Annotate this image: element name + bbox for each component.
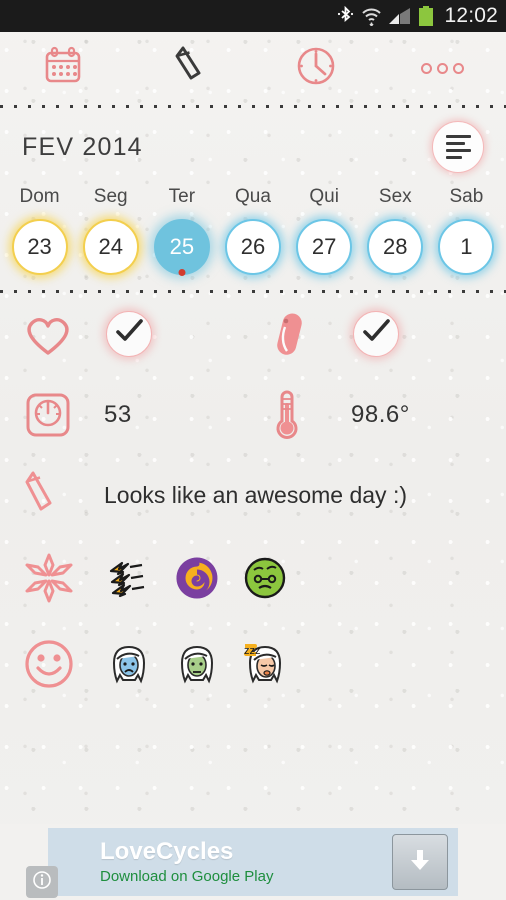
ad-download-button[interactable] xyxy=(392,834,448,890)
day-circle-wrap: 27 xyxy=(296,219,353,275)
day-circle[interactable]: 1 xyxy=(438,219,495,275)
day-circle[interactable]: 27 xyxy=(296,219,353,275)
ad-content[interactable]: LoveCycles Download on Google Play xyxy=(26,828,458,898)
status-bar-clock: 12:02 xyxy=(444,4,498,27)
symptoms-asterisk-icon xyxy=(22,551,80,605)
calendar-icon xyxy=(42,45,84,92)
symptom-chips xyxy=(106,555,288,601)
cellular-signal-icon xyxy=(389,6,411,26)
nausea-symptom[interactable] xyxy=(242,555,288,601)
bluetooth-icon xyxy=(337,5,354,27)
day-circle-wrap: 23 xyxy=(11,219,68,275)
row-weight-temperature: 53 98.6° xyxy=(0,375,506,455)
dizziness-symptom[interactable] xyxy=(174,555,220,601)
month-year-label: FEV 2014 xyxy=(22,132,143,161)
day-circle-wrap: 26 xyxy=(224,219,281,275)
day-circle[interactable]: 24 xyxy=(82,219,139,275)
temperature-value: 98.6° xyxy=(351,401,410,428)
note-entry[interactable]: Looks like an awesome day :) xyxy=(0,467,506,523)
mood-chips: zzz xyxy=(106,641,288,687)
day-name-label: Seg xyxy=(93,186,128,207)
ad-text-block: LoveCycles Download on Google Play xyxy=(100,839,273,884)
day-column-25[interactable]: Ter 25 xyxy=(146,186,217,276)
day-name-label: Qui xyxy=(309,186,339,207)
intimacy-entry[interactable] xyxy=(0,311,259,357)
day-circle-selected[interactable]: 25 xyxy=(153,219,210,275)
calendar-tab[interactable] xyxy=(0,32,127,104)
day-column-23[interactable]: Dom 23 xyxy=(4,186,75,275)
heart-icon xyxy=(22,311,80,357)
day-name-label: Dom xyxy=(19,186,60,207)
ad-info-button[interactable] xyxy=(26,866,58,898)
checkmark-icon xyxy=(114,318,144,350)
notes-tab[interactable] xyxy=(127,32,254,104)
ad-info-icon xyxy=(32,870,52,895)
day-circle[interactable]: 23 xyxy=(11,219,68,275)
month-header: FEV 2014 xyxy=(0,108,506,186)
pencil-icon xyxy=(170,43,210,94)
summary-line-3 xyxy=(446,149,471,152)
day-circle[interactable]: 28 xyxy=(367,219,424,275)
day-column-24[interactable]: Seg 24 xyxy=(75,186,146,275)
thermometer-icon xyxy=(269,387,327,443)
summary-button[interactable] xyxy=(432,121,484,173)
sad-mood[interactable] xyxy=(106,641,152,687)
entries-list: 53 98.6° Looks like an awesome day:) zz… xyxy=(0,293,506,707)
summary-line-1 xyxy=(446,135,471,138)
intimacy-checkmark-button[interactable] xyxy=(106,311,152,357)
status-bar: 12:02 xyxy=(0,0,506,32)
day-name-label: Sab xyxy=(449,186,484,207)
day-circle[interactable]: 26 xyxy=(224,219,281,275)
svg-text:zzz: zzz xyxy=(244,645,261,657)
day-circle-wrap: 24 xyxy=(82,219,139,275)
row-symptoms xyxy=(0,535,506,621)
note-text: Looks like an awesome day :) xyxy=(104,481,407,508)
clock-icon xyxy=(294,44,338,93)
weight-scale-icon xyxy=(22,389,80,441)
weight-entry[interactable]: 53 xyxy=(0,389,259,441)
summary-line-4 xyxy=(446,156,462,159)
symptoms-entry[interactable] xyxy=(0,551,506,605)
temperature-entry[interactable]: 98.6° xyxy=(259,387,506,443)
day-circle-wrap: 25 xyxy=(153,219,210,276)
sick-mood[interactable] xyxy=(174,641,220,687)
row-note[interactable]: Looks like an awesome day :) xyxy=(0,455,506,535)
day-name-label: Ter xyxy=(168,186,196,207)
day-column-28[interactable]: Sex 28 xyxy=(360,186,431,275)
week-strip: Dom 23 Seg 24 Ter 25 Qua 26 Qui 27 Sex 28 Sab 1 xyxy=(0,186,506,289)
overflow-dots-icon xyxy=(421,62,465,74)
pill-checkmark-button[interactable] xyxy=(353,311,399,357)
history-tab[interactable] xyxy=(253,32,380,104)
cramps-symptom[interactable] xyxy=(106,555,152,601)
period-dot-indicator xyxy=(178,269,186,276)
main-toolbar xyxy=(0,32,506,104)
ad-subtitle: Download on Google Play xyxy=(100,867,274,885)
day-column-1[interactable]: Sab 1 xyxy=(431,186,502,275)
pill-icon xyxy=(269,308,327,360)
day-name-label: Qua xyxy=(235,186,271,207)
day-column-27[interactable]: Qui 27 xyxy=(289,186,360,275)
pill-entry[interactable] xyxy=(259,308,506,360)
summary-line-2 xyxy=(446,142,465,145)
tired-mood[interactable]: zzz xyxy=(242,641,288,687)
day-name-label: Sex xyxy=(378,186,412,207)
checkmark-icon xyxy=(361,318,391,350)
day-circle-wrap: 1 xyxy=(438,219,495,275)
row-intimacy-pill xyxy=(0,293,506,375)
moods-entry[interactable]: zzz xyxy=(0,637,506,691)
app-root: 12:02 FEV 2014 Dom 23 Seg 24 Ter 25 Qua … xyxy=(0,0,506,900)
day-circle-wrap: 28 xyxy=(367,219,424,275)
more-tab[interactable] xyxy=(380,32,506,104)
download-arrow-icon xyxy=(405,845,435,880)
pencil-note-icon xyxy=(22,467,80,523)
ad-banner[interactable]: LoveCycles Download on Google Play xyxy=(0,824,506,900)
wifi-icon xyxy=(361,6,382,26)
battery-icon xyxy=(418,5,434,27)
row-moods: zzz xyxy=(0,621,506,707)
ad-title: LoveCycles xyxy=(100,838,234,866)
day-column-26[interactable]: Qua 26 xyxy=(217,186,288,275)
mood-smiley-icon xyxy=(22,637,80,691)
weight-value: 53 xyxy=(104,401,132,428)
